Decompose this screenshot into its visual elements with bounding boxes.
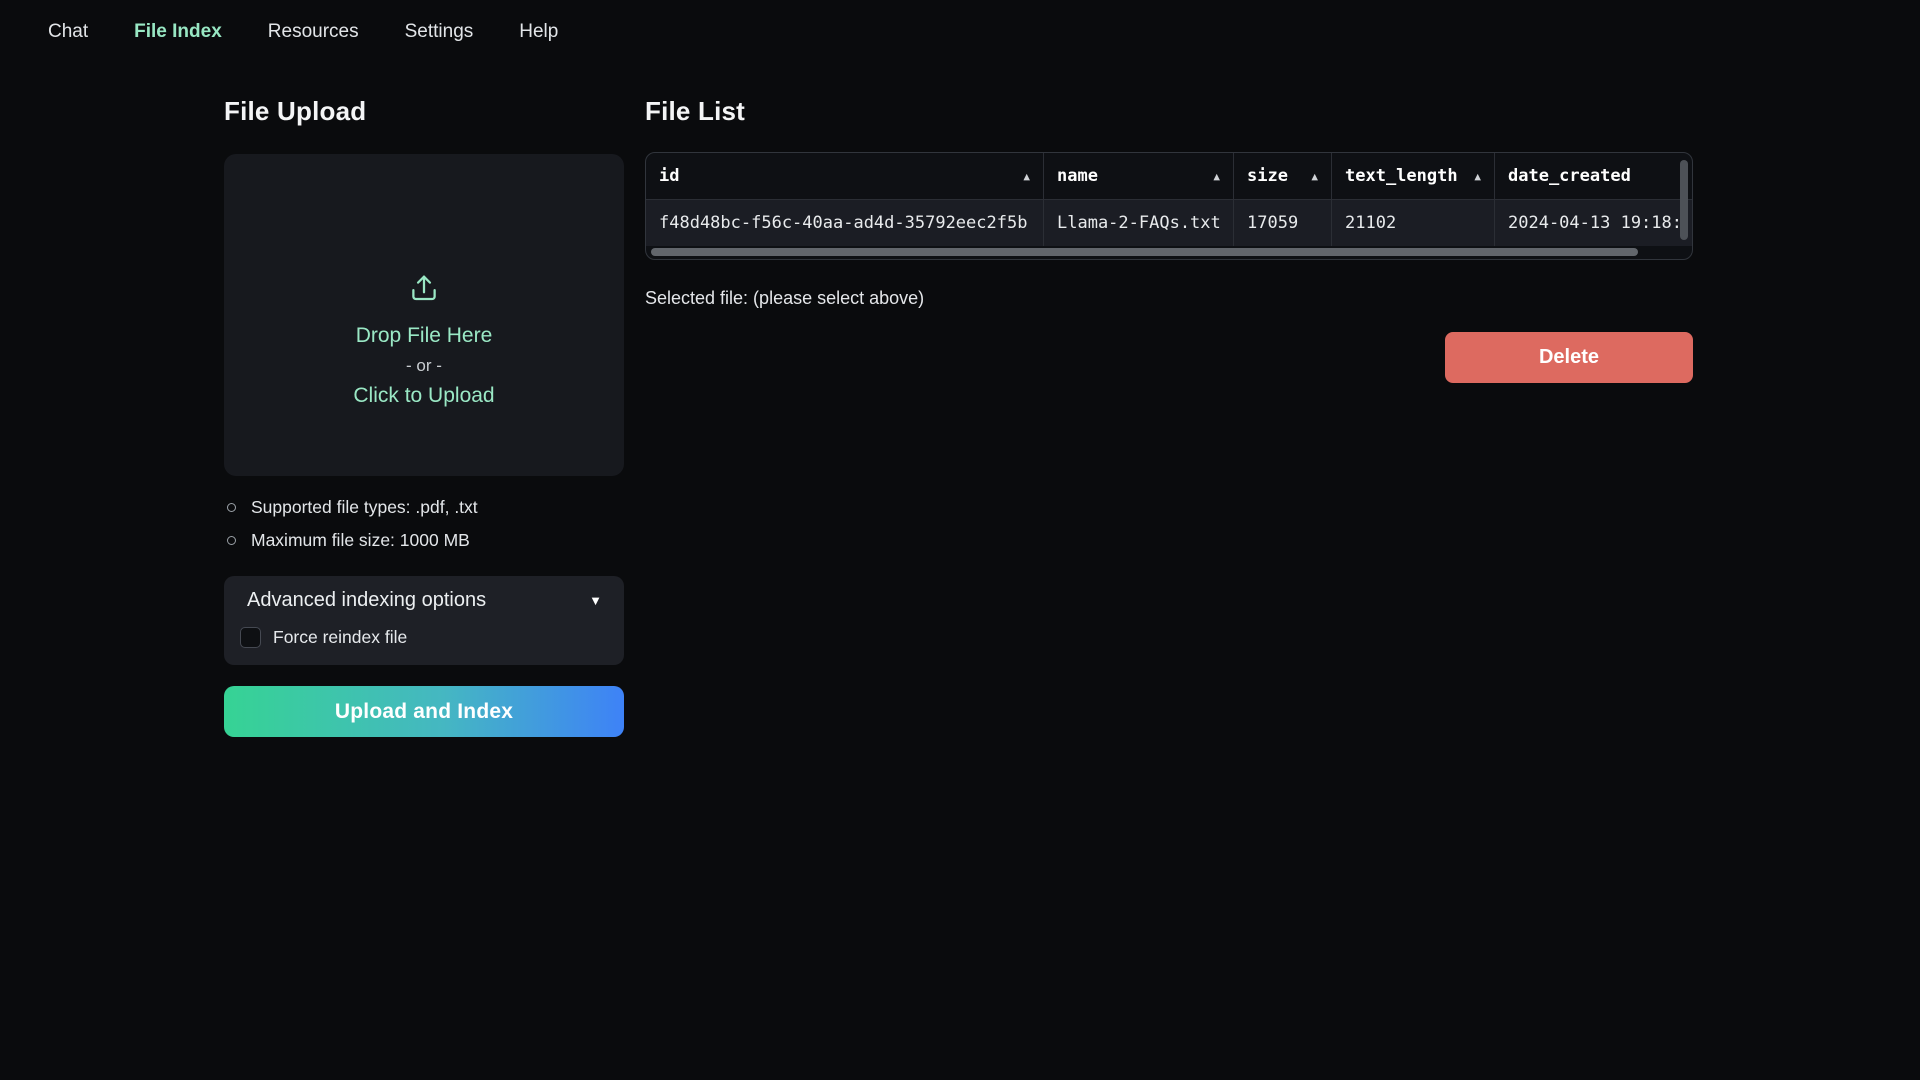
tab-file-index[interactable]: File Index bbox=[134, 21, 222, 43]
upload-notes-list: Supported file types: .pdf, .txt Maximum… bbox=[226, 497, 478, 563]
delete-button[interactable]: Delete bbox=[1445, 332, 1693, 383]
file-table: id ▲ name ▲ size ▲ text_length ▲ date_cr… bbox=[645, 152, 1693, 260]
file-upload-title: File Upload bbox=[224, 96, 366, 127]
cell-date-created[interactable]: 2024-04-13 19:18: bbox=[1495, 200, 1693, 246]
column-label-date-created: date_created bbox=[1508, 166, 1631, 186]
force-reindex-label: Force reindex file bbox=[273, 627, 407, 648]
advanced-options-accordion: Advanced indexing options ▼ Force reinde… bbox=[224, 576, 624, 665]
note-max-size: Maximum file size: 1000 MB bbox=[226, 530, 478, 550]
horizontal-scrollbar[interactable] bbox=[651, 248, 1638, 256]
tab-help[interactable]: Help bbox=[519, 21, 558, 43]
column-label-text-length: text_length bbox=[1345, 166, 1458, 186]
file-table-header: id ▲ name ▲ size ▲ text_length ▲ date_cr… bbox=[646, 153, 1692, 199]
force-reindex-checkbox[interactable] bbox=[240, 627, 261, 648]
top-nav: Chat File Index Resources Settings Help bbox=[48, 0, 558, 64]
cell-id[interactable]: f48d48bc-f56c-40aa-ad4d-35792eec2f5b bbox=[646, 200, 1044, 246]
column-label-id: id bbox=[659, 166, 679, 186]
cell-text-length[interactable]: 21102 bbox=[1332, 200, 1495, 246]
file-list-title: File List bbox=[645, 96, 745, 127]
dropzone-or-label: - or - bbox=[406, 351, 442, 380]
cell-name[interactable]: Llama-2-FAQs.txt bbox=[1044, 200, 1234, 246]
tab-resources[interactable]: Resources bbox=[268, 21, 359, 43]
dropzone-drop-label: Drop File Here bbox=[356, 321, 493, 351]
vertical-scrollbar[interactable] bbox=[1680, 160, 1688, 240]
tab-chat[interactable]: Chat bbox=[48, 21, 88, 43]
sort-asc-icon[interactable]: ▲ bbox=[1023, 170, 1030, 183]
column-header-id[interactable]: id ▲ bbox=[646, 153, 1044, 199]
note-supported-types: Supported file types: .pdf, .txt bbox=[226, 497, 478, 517]
upload-icon bbox=[407, 271, 441, 305]
column-label-size: size bbox=[1247, 166, 1288, 186]
table-row[interactable]: f48d48bc-f56c-40aa-ad4d-35792eec2f5b Lla… bbox=[646, 199, 1692, 246]
column-header-size[interactable]: size ▲ bbox=[1234, 153, 1332, 199]
column-header-name[interactable]: name ▲ bbox=[1044, 153, 1234, 199]
selected-file-status: Selected file: (please select above) bbox=[645, 288, 924, 309]
column-header-text-length[interactable]: text_length ▲ bbox=[1332, 153, 1495, 199]
sort-asc-icon[interactable]: ▲ bbox=[1474, 170, 1481, 183]
tab-settings[interactable]: Settings bbox=[405, 21, 474, 43]
accordion-header[interactable]: Advanced indexing options ▼ bbox=[247, 589, 602, 612]
force-reindex-row[interactable]: Force reindex file bbox=[240, 627, 407, 648]
column-header-date-created[interactable]: date_created bbox=[1495, 153, 1693, 199]
column-label-name: name bbox=[1057, 166, 1098, 186]
file-dropzone[interactable]: Drop File Here - or - Click to Upload bbox=[224, 154, 624, 476]
accordion-title: Advanced indexing options bbox=[247, 589, 486, 612]
cell-size[interactable]: 17059 bbox=[1234, 200, 1332, 246]
dropzone-content: Drop File Here - or - Click to Upload bbox=[353, 271, 494, 411]
sort-asc-icon[interactable]: ▲ bbox=[1213, 170, 1220, 183]
click-to-upload-link[interactable]: Click to Upload bbox=[353, 380, 494, 411]
chevron-down-icon[interactable]: ▼ bbox=[589, 593, 602, 608]
sort-asc-icon[interactable]: ▲ bbox=[1311, 170, 1318, 183]
upload-and-index-button[interactable]: Upload and Index bbox=[224, 686, 624, 737]
